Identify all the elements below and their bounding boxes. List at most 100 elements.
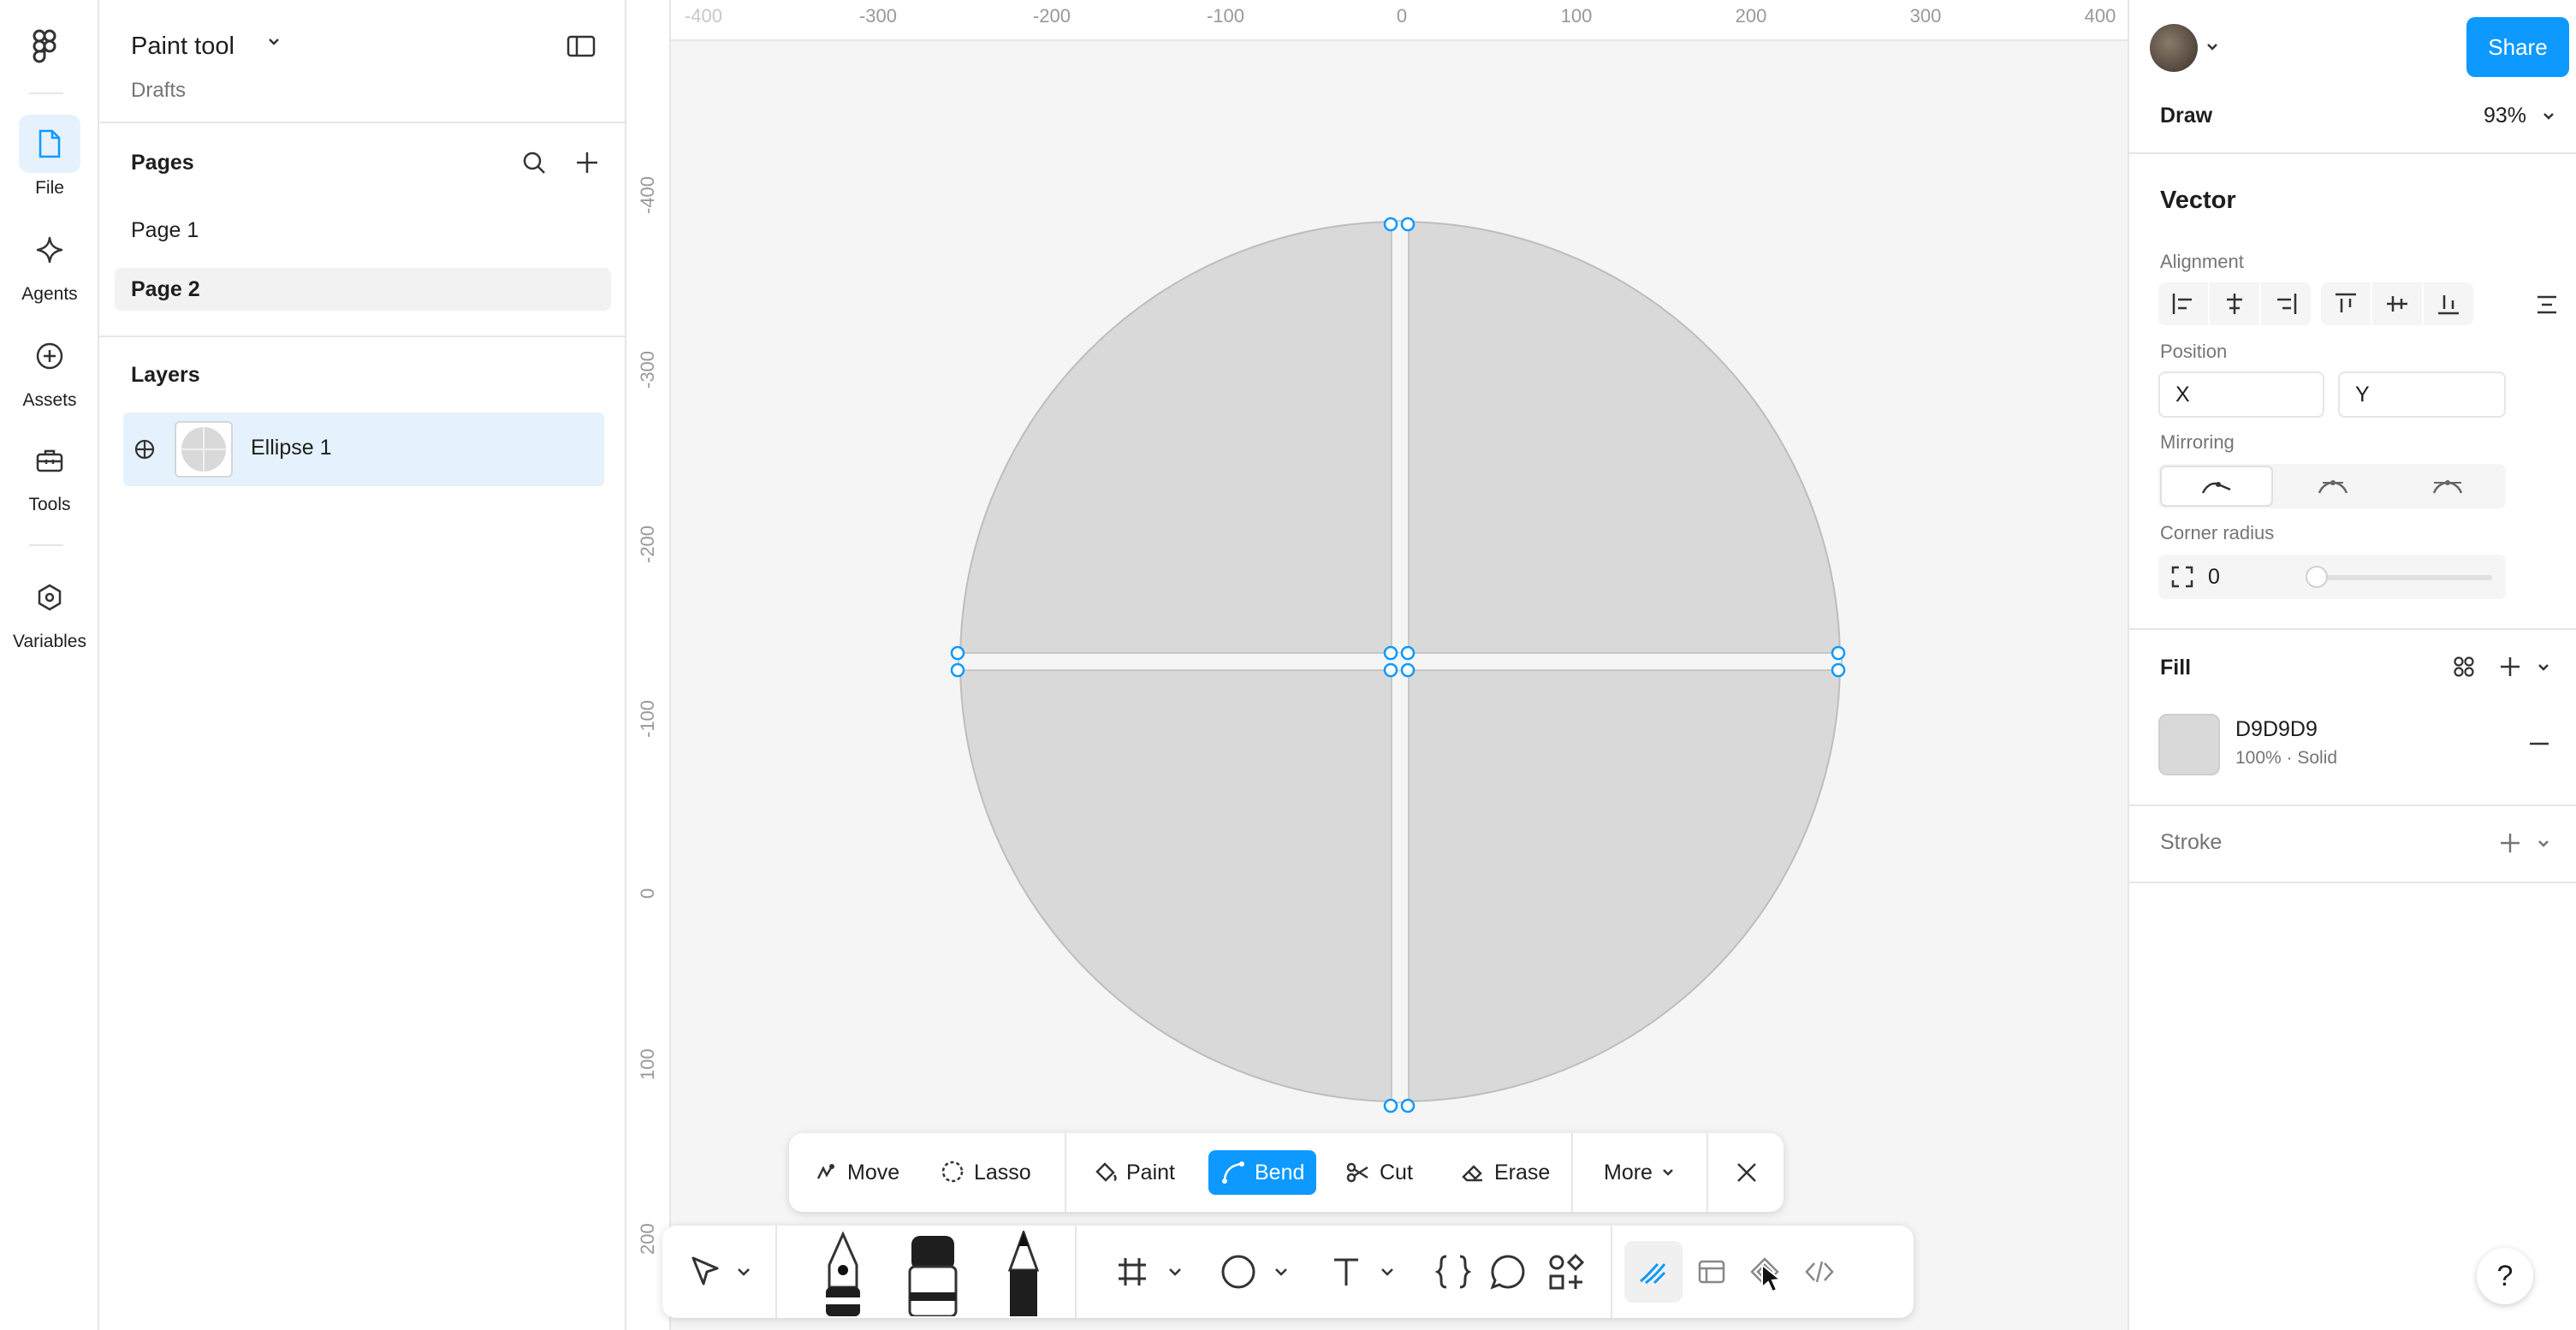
search-icon[interactable] <box>517 145 551 180</box>
file-title[interactable]: Paint tool <box>131 33 234 61</box>
figma-logo-icon[interactable] <box>31 29 62 63</box>
rail-item-file[interactable]: File <box>0 115 99 199</box>
rail-item-assets[interactable]: Assets <box>0 327 99 411</box>
stroke-heading: Stroke <box>2160 830 2223 854</box>
rail-label: Tools <box>28 495 71 514</box>
align-bottom-button[interactable] <box>2424 282 2473 325</box>
plus-icon <box>2501 657 2520 676</box>
align-top-button[interactable] <box>2321 282 2371 325</box>
design-mode-icon[interactable] <box>1688 1241 1736 1303</box>
file-location[interactable]: Drafts <box>131 79 186 103</box>
move-arrow-icon[interactable] <box>681 1241 729 1303</box>
align-right-button[interactable] <box>2261 282 2311 325</box>
help-button[interactable]: ? <box>2477 1248 2533 1304</box>
file-icon <box>19 115 80 173</box>
rail-item-variables[interactable]: Variables <box>0 568 99 652</box>
mirror-none-icon <box>2201 482 2231 494</box>
distribute-icon[interactable] <box>2531 289 2562 320</box>
paint-tool-button[interactable]: Paint <box>1080 1150 1187 1195</box>
fill-hex[interactable]: D9D9D9 <box>2235 717 2318 742</box>
slider-thumb[interactable] <box>2306 566 2328 588</box>
share-button[interactable]: Share <box>2466 17 2569 77</box>
close-icon <box>1737 1163 1756 1182</box>
corner-radius-value[interactable]: 0 <box>2208 565 2220 590</box>
canvas[interactable]: -400 -300 -200 -100 0 100 200 300 400 -4… <box>626 0 2128 1330</box>
corner-radius-slider[interactable] <box>2306 566 2492 588</box>
position-y-field[interactable]: Y <box>2338 371 2506 418</box>
align-left-button[interactable] <box>2158 282 2208 325</box>
zoom-level[interactable]: 93% <box>2484 104 2526 128</box>
mouse-cursor-icon <box>1761 1263 1783 1293</box>
plus-circle-icon <box>19 327 80 385</box>
vector-edit-toolbar: Move Lasso Paint Bend Cut Erase More <box>789 1133 1784 1212</box>
more-menu-button[interactable]: More <box>1592 1150 1687 1195</box>
draw-mode-icon[interactable] <box>1624 1241 1683 1303</box>
rail-label: Variables <box>13 632 86 651</box>
move-tool-button[interactable]: Move <box>801 1150 911 1195</box>
chevron-down-icon[interactable] <box>731 1241 757 1303</box>
chevron-down-icon[interactable] <box>267 36 281 52</box>
mirror-none-button[interactable] <box>2160 466 2273 507</box>
corner-radius-label: Corner radius <box>2160 522 2275 543</box>
rail-item-agents[interactable]: Agents <box>0 221 99 305</box>
chevron-down-icon[interactable] <box>1270 1241 1292 1303</box>
sparkle-icon <box>19 221 80 279</box>
align-left-icon <box>2172 294 2192 314</box>
fill-detail[interactable]: 100% · Solid <box>2235 748 2337 769</box>
page-item-page-2[interactable]: Page 2 <box>115 268 611 311</box>
chevron-down-icon[interactable] <box>1164 1241 1186 1303</box>
toolbar-divider <box>1571 1133 1573 1212</box>
cut-tool-button[interactable]: Cut <box>1333 1150 1425 1195</box>
bend-icon <box>1222 1161 1244 1184</box>
remove-fill-button[interactable] <box>2525 729 2554 758</box>
vector-network-icon <box>132 436 157 462</box>
add-fill-button[interactable] <box>2496 652 2525 681</box>
comment-icon[interactable] <box>1486 1241 1530 1303</box>
chevron-down-icon[interactable] <box>2535 835 2552 852</box>
mirror-angle-button[interactable] <box>2276 466 2389 507</box>
paint-bucket-icon <box>1095 1162 1117 1182</box>
chevron-down-icon[interactable] <box>2203 38 2222 56</box>
chevron-down-icon[interactable] <box>2540 108 2557 125</box>
page-item-page-1[interactable]: Page 1 <box>115 209 611 252</box>
eraser-icon <box>1462 1165 1482 1182</box>
align-middle-button[interactable] <box>2372 282 2422 325</box>
dev-mode-icon[interactable] <box>1795 1241 1843 1303</box>
divider <box>99 122 625 123</box>
add-stroke-button[interactable] <box>2496 828 2525 858</box>
bend-tool-button[interactable]: Bend <box>1208 1150 1317 1195</box>
scissors-icon <box>1346 1162 1368 1183</box>
close-button[interactable] <box>1722 1150 1772 1195</box>
mirror-angle-length-button[interactable] <box>2391 466 2504 507</box>
marker-icon[interactable] <box>902 1229 964 1318</box>
frame-icon[interactable] <box>1111 1241 1154 1303</box>
styles-grid-icon[interactable] <box>2449 652 2478 681</box>
pencil-icon[interactable] <box>996 1229 1051 1318</box>
text-icon[interactable] <box>1325 1241 1368 1303</box>
divider <box>2129 882 2576 883</box>
rail-item-tools[interactable]: Tools <box>0 431 99 515</box>
chevron-down-icon[interactable] <box>2535 659 2552 676</box>
lasso-tool-button[interactable]: Lasso <box>928 1150 1043 1195</box>
ellipse-icon[interactable] <box>1217 1241 1260 1303</box>
sidebar-toggle-icon[interactable] <box>567 34 596 62</box>
rail-divider <box>29 92 63 94</box>
align-bottom-icon <box>2438 295 2459 315</box>
align-middle-icon <box>2387 296 2407 312</box>
braces-icon[interactable] <box>1431 1241 1475 1303</box>
components-icon[interactable] <box>1542 1241 1590 1303</box>
tool-label: Paint <box>1126 1160 1175 1185</box>
add-page-button[interactable] <box>570 145 604 180</box>
layer-row-ellipse-1[interactable]: Ellipse 1 <box>123 413 604 486</box>
left-rail: File Agents Assets Tools Variables <box>0 0 99 1330</box>
fill-color-swatch[interactable] <box>2158 714 2220 775</box>
layers-heading: Layers <box>131 363 200 387</box>
align-center-button[interactable] <box>2210 282 2259 325</box>
pen-icon[interactable] <box>813 1229 873 1318</box>
chevron-down-icon[interactable] <box>1376 1241 1398 1303</box>
position-x-field[interactable]: X <box>2158 371 2324 418</box>
ellipse-vector[interactable] <box>626 0 2128 1330</box>
toolbar-divider <box>1706 1133 1708 1212</box>
erase-tool-button[interactable]: Erase <box>1448 1150 1562 1195</box>
avatar[interactable] <box>2150 24 2198 72</box>
